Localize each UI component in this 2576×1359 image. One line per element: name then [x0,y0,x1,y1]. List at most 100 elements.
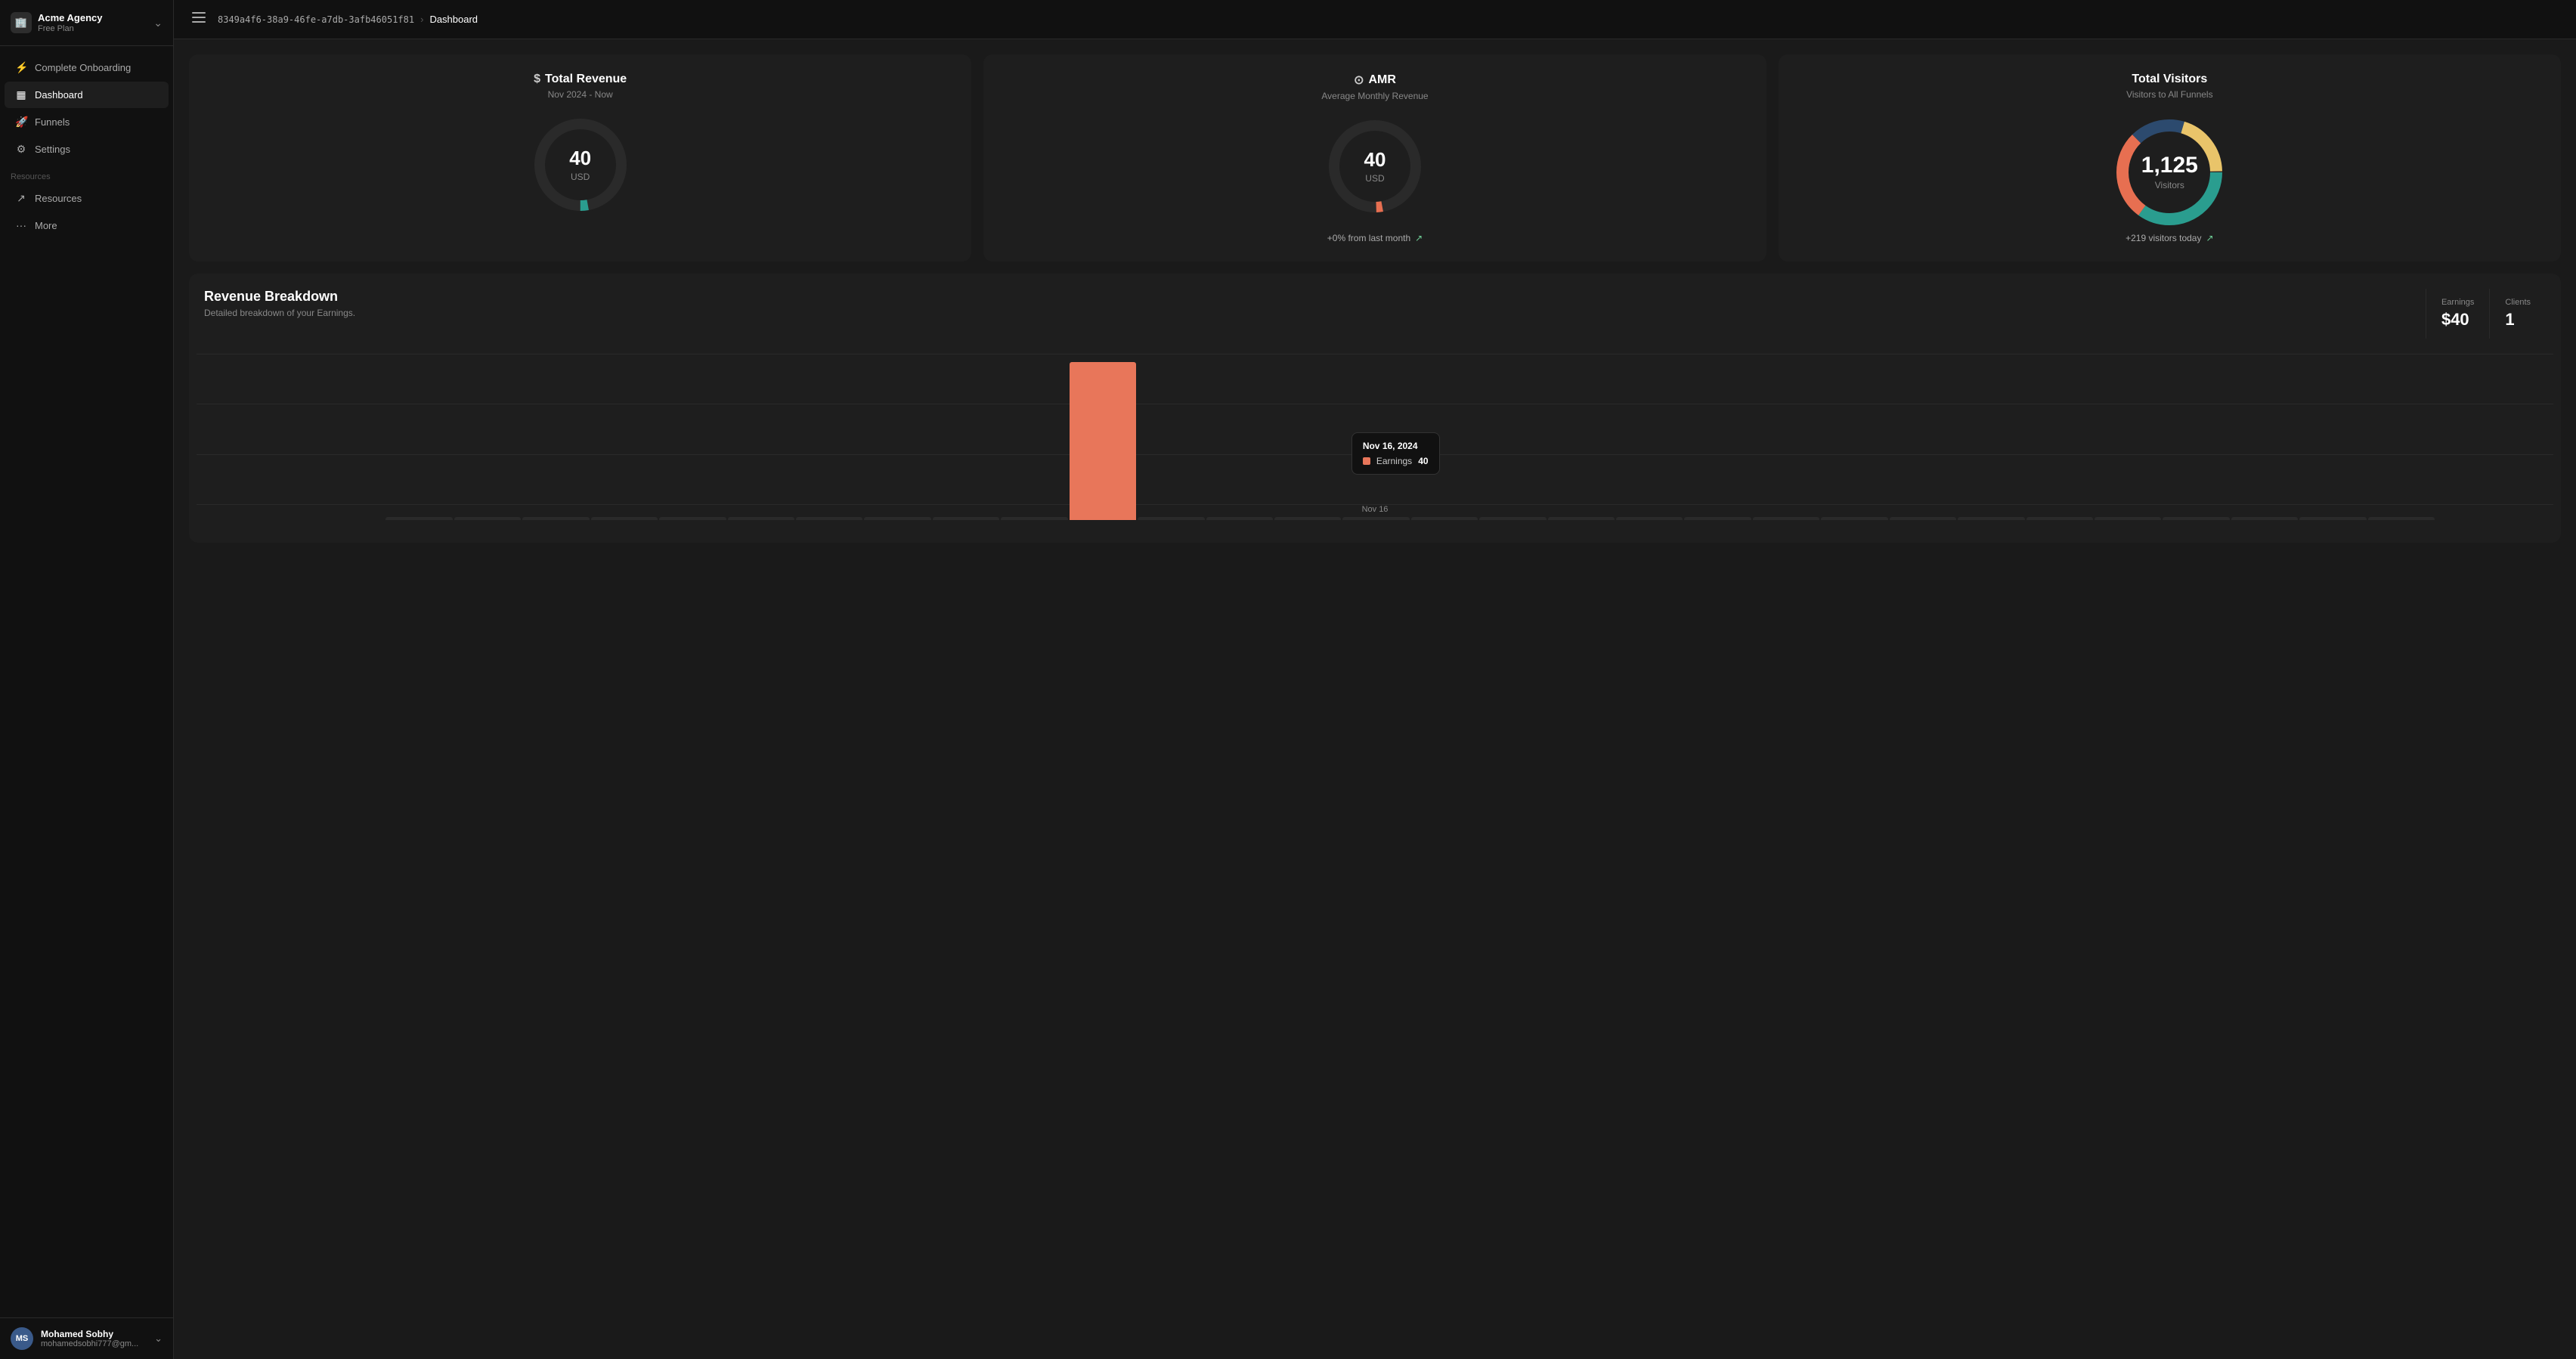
metrics-row: $ Total Revenue Nov 2024 - Now 40 USD [189,54,2561,262]
breakdown-stats: Earnings $40 Clients 1 [2426,289,2546,339]
sidebar-logo: 🏢 Acme Agency Free Plan [11,12,103,33]
user-profile[interactable]: MS Mohamed Sobhy mohamedsobhi777@gm... ⌄ [0,1317,173,1359]
breakdown-title-group: Revenue Breakdown Detailed breakdown of … [204,289,355,318]
resources-icon: ↗ [15,192,27,205]
settings-icon: ⚙ [15,143,27,156]
chart-bar [864,517,930,520]
sidebar-item-label: Complete Onboarding [35,62,131,73]
chart-bar [2299,517,2366,520]
sidebar-item-label: More [35,220,57,231]
sidebar-item-more[interactable]: ··· More [5,212,169,238]
amr-value: 40 [1364,148,1386,172]
clients-stat: Clients 1 [2489,289,2546,339]
avatar: MS [11,1327,33,1350]
chart-bar [1753,517,1819,520]
chart-bar-area [385,354,2435,520]
brand-name: Acme Agency [38,12,103,24]
chart-bar [1411,517,1478,520]
total-visitors-card: Total Visitors Visitors to All Funnels [1779,54,2561,262]
dashboard-icon: ▦ [15,88,27,101]
earnings-label: Earnings [2441,298,2474,307]
chart-bar [1821,517,1887,520]
chart-bar [728,517,794,520]
revenue-breakdown-card: Revenue Breakdown Detailed breakdown of … [189,274,2561,543]
topbar: 8349a4f6-38a9-46fe-a7db-3afb46051f81 › D… [174,0,2576,39]
chart-bar [796,517,862,520]
dashboard-content: $ Total Revenue Nov 2024 - Now 40 USD [174,39,2576,1359]
visitors-trend-icon: ↗ [2206,233,2213,243]
breadcrumb-id: 8349a4f6-38a9-46fe-a7db-3afb46051f81 [218,14,414,25]
amr-card: ⊙ AMR Average Monthly Revenue 40 USD [983,54,1766,262]
clients-label: Clients [2505,298,2531,307]
amr-footer: +0% from last month ↗ [1327,233,1423,243]
amr-donut: 40 USD [1322,113,1428,219]
earnings-value: $40 [2441,310,2474,330]
chart-bar [2026,517,2093,520]
chart-bar [2095,517,2161,520]
breakdown-header: Revenue Breakdown Detailed breakdown of … [189,274,2561,339]
sidebar-item-label: Funnels [35,116,70,128]
chart-bar [659,517,726,520]
trend-up-icon: ↗ [1415,233,1423,243]
breadcrumb: 8349a4f6-38a9-46fe-a7db-3afb46051f81 › D… [218,14,478,25]
sidebar-item-label: Resources [35,193,82,204]
total-revenue-card: $ Total Revenue Nov 2024 - Now 40 USD [189,54,971,262]
chart-bar [2163,517,2229,520]
sidebar-brand: Acme Agency Free Plan [38,12,103,33]
sidebar-item-onboarding[interactable]: ⚡ Complete Onboarding [5,54,169,81]
onboarding-icon: ⚡ [15,61,27,74]
chart-bar [1001,517,1067,520]
chart-bar [1070,362,1136,520]
visitors-donut: 1,125 Visitors [2109,112,2230,233]
dollar-icon: $ [534,73,540,86]
user-name: Mohamed Sobhy [41,1329,147,1339]
visitors-footer: +219 visitors today ↗ [2126,233,2213,243]
user-email: mohamedsobhi777@gm... [41,1339,147,1348]
brand-plan: Free Plan [38,24,103,33]
amr-subtitle: Average Monthly Revenue [1321,91,1428,101]
chart-bar [591,517,658,520]
visitors-center: 1,125 Visitors [2141,153,2198,192]
sidebar-item-funnels[interactable]: 🚀 Funnels [5,109,169,135]
total-revenue-donut: 40 USD [528,112,633,218]
chart-bar [2368,517,2435,520]
user-chevron-icon: ⌄ [154,1333,163,1345]
visitors-title: Total Visitors [2132,73,2207,86]
sidebar-item-label: Settings [35,144,70,155]
sidebar-item-dashboard[interactable]: ▦ Dashboard [5,82,169,108]
total-revenue-subtitle: Nov 2024 - Now [548,89,613,100]
sidebar-header: 🏢 Acme Agency Free Plan ⌄ [0,0,173,46]
chart-bar [1138,517,1204,520]
main-content: 8349a4f6-38a9-46fe-a7db-3afb46051f81 › D… [174,0,2576,1359]
chart-bar [1684,517,1751,520]
breakdown-title: Revenue Breakdown [204,289,355,305]
chart-bar [385,517,452,520]
sidebar-toggle-button[interactable] [189,9,209,29]
amr-icon: ⊙ [1354,73,1364,88]
total-revenue-unit: USD [571,172,590,182]
amr-center: 40 USD [1364,148,1386,185]
breakdown-subtitle: Detailed breakdown of your Earnings. [204,308,355,318]
sidebar-item-resources[interactable]: ↗ Resources [5,185,169,212]
chart-bar [2231,517,2298,520]
chart-bar [454,517,521,520]
logo-icon: 🏢 [11,12,32,33]
amr-unit: USD [1365,173,1384,184]
chart-bar [1958,517,2024,520]
sidebar-chevron-icon[interactable]: ⌄ [153,17,163,29]
chart-bar [1890,517,1956,520]
sidebar-item-settings[interactable]: ⚙ Settings [5,136,169,163]
visitors-trend-text: +219 visitors today [2126,233,2201,243]
total-revenue-value: 40 [569,147,591,170]
sidebar-item-label: Dashboard [35,89,83,101]
total-revenue-center: 40 USD [569,147,591,184]
chart-bar [522,517,589,520]
more-icon: ··· [15,219,27,231]
chart-bar [1616,517,1683,520]
chart-bar [1274,517,1341,520]
visitors-unit: Visitors [2155,180,2184,190]
visitors-subtitle: Visitors to All Funnels [2126,89,2213,100]
chart-x-label: Nov 16 [1362,505,1389,514]
total-revenue-title: $ Total Revenue [534,73,627,86]
sidebar: 🏢 Acme Agency Free Plan ⌄ ⚡ Complete Onb… [0,0,174,1359]
